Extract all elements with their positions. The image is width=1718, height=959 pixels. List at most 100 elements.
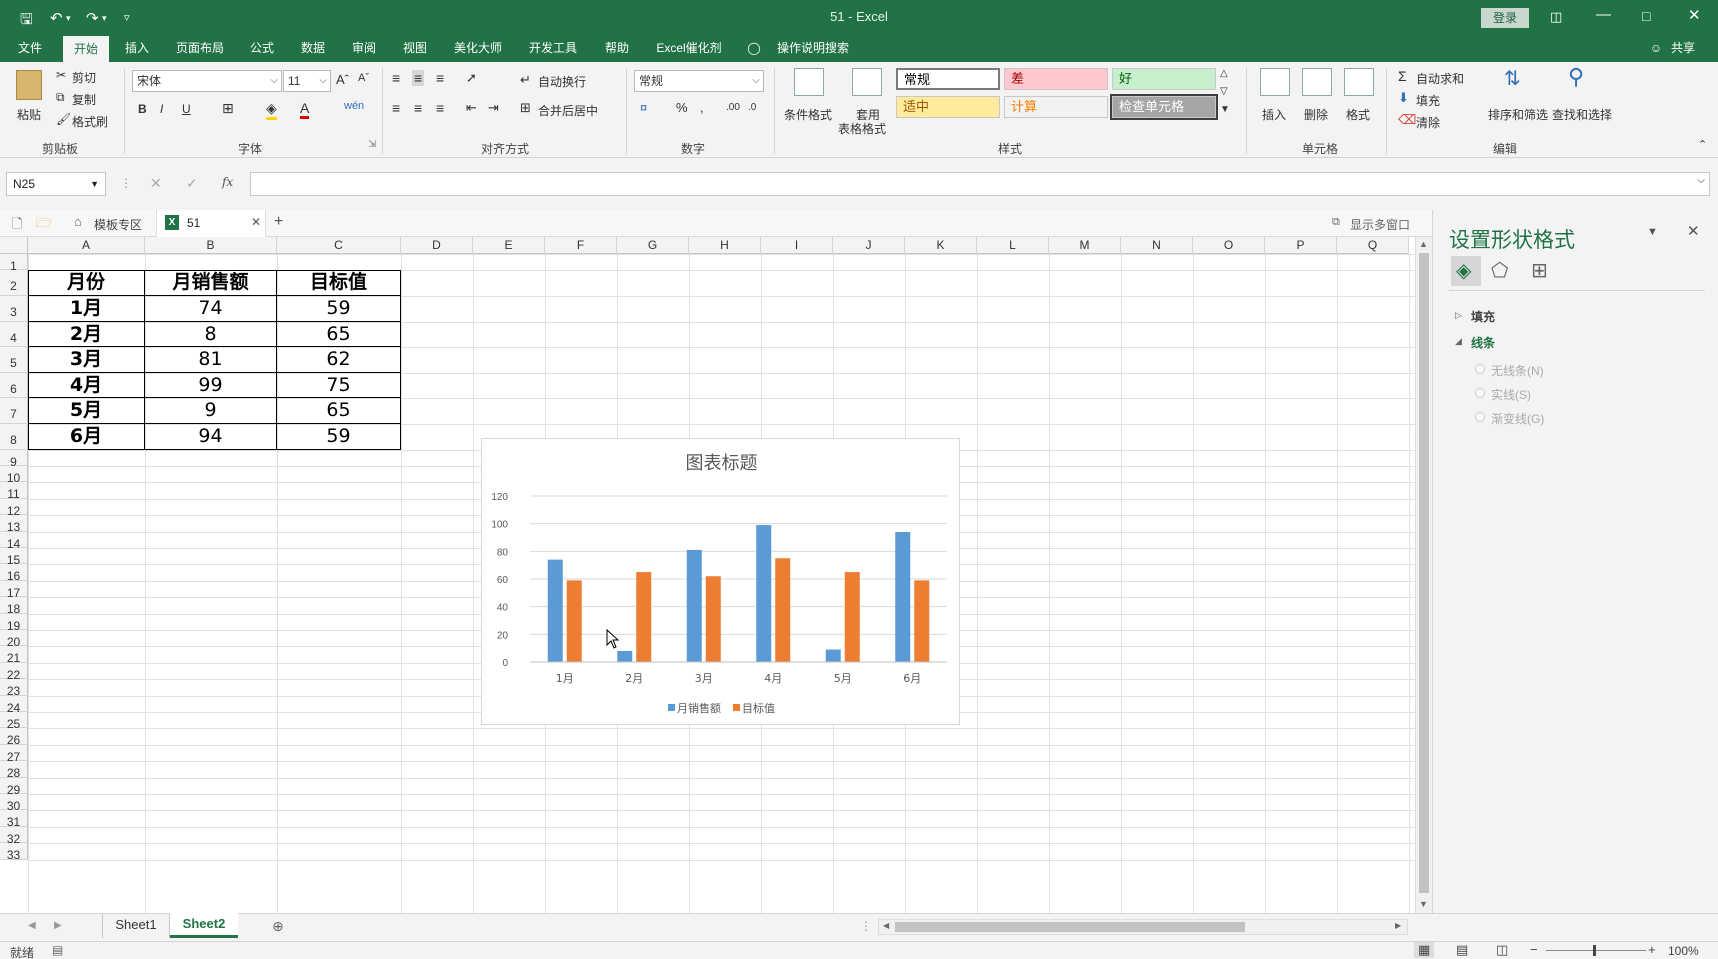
- column-header[interactable]: Q: [1337, 237, 1409, 254]
- find-select-button[interactable]: 查找和选择: [1552, 106, 1612, 123]
- align-center-icon[interactable]: ≡: [414, 100, 422, 116]
- pentagon-icon[interactable]: ⬠: [1491, 258, 1508, 283]
- table-cell[interactable]: 2月: [28, 321, 145, 348]
- tab-insert[interactable]: 插入: [115, 34, 159, 62]
- legend-label[interactable]: 月销售额: [677, 701, 721, 715]
- column-header[interactable]: N: [1121, 237, 1193, 254]
- prev-sheet-icon[interactable]: ◀: [28, 920, 36, 931]
- zoom-out-icon[interactable]: −: [1530, 942, 1538, 957]
- table-cell[interactable]: 5月: [28, 398, 145, 424]
- paste-button[interactable]: 粘贴: [17, 106, 41, 123]
- function-icon[interactable]: fx: [222, 175, 233, 189]
- home-icon[interactable]: ⌂: [74, 214, 82, 229]
- tab-help[interactable]: 帮助: [596, 34, 638, 62]
- row-header[interactable]: 9: [0, 449, 28, 469]
- scroll-right-arrow-icon[interactable]: ▶: [1395, 921, 1401, 930]
- row-header[interactable]: 31: [0, 810, 28, 829]
- row-header[interactable]: 10: [0, 466, 28, 485]
- align-left-icon[interactable]: ≡: [392, 100, 400, 116]
- tab-view[interactable]: 视图: [395, 34, 435, 62]
- format-painter-icon[interactable]: 🖌: [56, 112, 71, 126]
- row-header[interactable]: 21: [0, 646, 28, 665]
- row-header[interactable]: 15: [0, 548, 28, 567]
- align-right-icon[interactable]: ≡: [436, 100, 444, 116]
- drag-handle-icon[interactable]: ⋮: [120, 176, 132, 190]
- row-header[interactable]: 32: [0, 826, 28, 846]
- fill-line-tab[interactable]: ◈: [1451, 256, 1481, 286]
- next-sheet-icon[interactable]: ▶: [54, 920, 62, 931]
- table-cell[interactable]: 62: [277, 347, 401, 373]
- column-header[interactable]: P: [1265, 237, 1337, 254]
- row-header[interactable]: 18: [0, 597, 28, 616]
- row-header[interactable]: 29: [0, 777, 28, 797]
- column-header[interactable]: A: [28, 237, 145, 254]
- eraser-icon[interactable]: ⌫: [1398, 112, 1416, 128]
- tab-beautify[interactable]: 美化大师: [446, 34, 510, 62]
- multi-window-button[interactable]: 显示多窗口: [1350, 216, 1410, 233]
- formula-input[interactable]: ⌵: [250, 172, 1710, 196]
- table-header-cell[interactable]: 月销售额: [145, 270, 277, 296]
- table-cell[interactable]: 1月: [28, 296, 145, 322]
- tab-review[interactable]: 审阅: [344, 34, 384, 62]
- folder-icon[interactable]: 🗁: [36, 214, 52, 236]
- legend-label[interactable]: 目标值: [742, 701, 775, 715]
- expanded-arrow-icon[interactable]: ◢: [1455, 336, 1462, 347]
- file-tab[interactable]: X 51 ✕: [156, 210, 266, 237]
- table-cell[interactable]: 59: [277, 424, 401, 450]
- cell-style-item[interactable]: 计算: [1004, 96, 1108, 118]
- format-painter-button[interactable]: 格式刷: [72, 113, 108, 130]
- row-header[interactable]: 7: [0, 398, 28, 424]
- align-bottom-icon[interactable]: ≡: [436, 70, 444, 86]
- copy-icon[interactable]: ⧉: [56, 90, 65, 105]
- italic-icon[interactable]: I: [160, 102, 163, 116]
- tab-data[interactable]: 数据: [293, 34, 333, 62]
- row-header[interactable]: 20: [0, 630, 28, 649]
- autosum-button[interactable]: 自动求和: [1416, 70, 1464, 87]
- new-file-icon[interactable]: 🗋: [12, 215, 22, 237]
- row-header[interactable]: 33: [0, 843, 28, 862]
- bar-target[interactable]: [636, 572, 652, 662]
- column-header[interactable]: H: [689, 237, 761, 254]
- comma-icon[interactable]: ,: [700, 100, 704, 115]
- tab-formulas[interactable]: 公式: [242, 34, 282, 62]
- row-header[interactable]: 25: [0, 712, 28, 731]
- page-break-view-icon[interactable]: ◫: [1496, 942, 1508, 958]
- horizontal-scroll-thumb[interactable]: [895, 922, 1245, 932]
- table-cell[interactable]: 6月: [28, 424, 145, 450]
- column-header[interactable]: K: [905, 237, 977, 254]
- conditional-format-button[interactable]: 条件格式: [784, 106, 832, 123]
- row-header[interactable]: 19: [0, 613, 28, 633]
- horizontal-scrollbar[interactable]: ◀ ▶: [878, 919, 1408, 935]
- row-header[interactable]: 3: [0, 296, 28, 322]
- row-header[interactable]: 26: [0, 728, 28, 747]
- font-name-select[interactable]: 宋体 ⌵: [132, 70, 282, 92]
- normal-view-icon[interactable]: ▦: [1414, 942, 1435, 958]
- column-header[interactable]: O: [1193, 237, 1265, 254]
- increase-font-icon[interactable]: Aˆ: [336, 72, 349, 87]
- pane-options-icon[interactable]: ▼: [1647, 226, 1658, 238]
- cell-style-item[interactable]: 常规: [896, 68, 1000, 90]
- bar-target[interactable]: [566, 580, 582, 662]
- collapse-ribbon-icon[interactable]: ⌃: [1698, 138, 1707, 151]
- row-header[interactable]: 12: [0, 498, 28, 518]
- align-middle-icon[interactable]: ≡: [412, 70, 425, 86]
- table-cell[interactable]: 59: [277, 296, 401, 322]
- zoom-slider[interactable]: [1546, 950, 1646, 951]
- row-header[interactable]: 5: [0, 347, 28, 373]
- dialog-launcher-icon[interactable]: ⇲: [368, 139, 376, 150]
- table-cell[interactable]: 75: [277, 372, 401, 399]
- cell-style-item[interactable]: 差: [1004, 68, 1108, 90]
- radio-gradient-line[interactable]: [1475, 412, 1485, 422]
- vertical-scroll-thumb[interactable]: [1419, 253, 1429, 893]
- maximize-icon[interactable]: □: [1642, 8, 1650, 24]
- column-header[interactable]: G: [617, 237, 689, 254]
- font-size-select[interactable]: 11 ⌵: [283, 70, 331, 92]
- find-icon[interactable]: ⚲: [1568, 64, 1584, 90]
- macro-record-icon[interactable]: ▤: [52, 943, 63, 957]
- section-line[interactable]: 线条: [1471, 334, 1495, 351]
- sheet-tab-sheet1[interactable]: Sheet1: [102, 914, 170, 938]
- close-icon[interactable]: ✕: [1688, 6, 1701, 24]
- align-top-icon[interactable]: ≡: [392, 70, 400, 86]
- zoom-level[interactable]: 100%: [1668, 944, 1699, 958]
- close-tab-icon[interactable]: ✕: [251, 215, 261, 229]
